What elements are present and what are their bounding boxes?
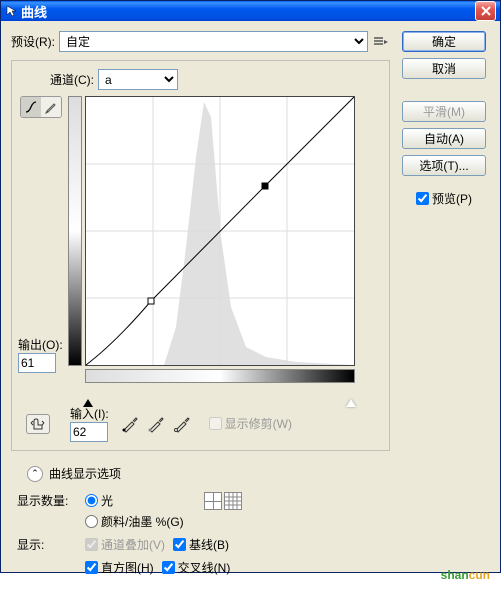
preset-select[interactable]: 自定 (59, 31, 368, 52)
white-slider[interactable] (346, 399, 356, 407)
channel-label: 通道(C): (50, 71, 94, 88)
pencil-tool-button[interactable] (41, 97, 61, 117)
input-gradient (85, 369, 355, 383)
grid-detailed-button[interactable] (224, 492, 242, 510)
gray-eyedropper[interactable] (147, 415, 165, 433)
curve-point-2[interactable] (262, 183, 268, 189)
pigment-radio[interactable]: 颜料/油墨 %(G) (85, 513, 184, 530)
disclosure-label: 曲线显示选项 (49, 465, 121, 482)
baseline-check[interactable]: 基线(B) (173, 536, 229, 553)
input-input[interactable] (70, 422, 108, 442)
curve-point-1[interactable] (148, 298, 154, 304)
curve-icon (24, 100, 38, 114)
pencil-icon (44, 100, 58, 114)
target-adjust-button[interactable] (26, 414, 50, 434)
black-slider[interactable] (83, 399, 93, 407)
curve-canvas[interactable] (85, 96, 355, 366)
histogram-plot (146, 102, 354, 365)
input-label: 输入(I): (70, 407, 109, 421)
output-label: 输出(O): (18, 336, 63, 353)
display-options-disclosure[interactable]: ⌃ 曲线显示选项 (27, 465, 390, 482)
cancel-button[interactable]: 取消 (402, 58, 486, 79)
output-input[interactable] (18, 353, 56, 373)
preview-check[interactable]: 预览(P) (416, 190, 472, 207)
chevron-up-icon: ⌃ (27, 466, 43, 482)
channel-group: 通道(C): a (11, 60, 390, 451)
amount-label: 显示数量: (17, 492, 77, 509)
options-button[interactable]: 选项(T)... (402, 155, 486, 176)
titlebar[interactable]: 曲线 (1, 1, 500, 21)
smooth-button[interactable]: 平滑(M) (402, 101, 486, 122)
preset-label: 预设(R): (11, 33, 55, 50)
overlay-check[interactable]: 通道叠加(V) (85, 536, 165, 553)
window-title: 曲线 (19, 2, 475, 21)
curves-dialog: 曲线 预设(R): 自定 通道(C): a (0, 0, 501, 573)
output-gradient (68, 96, 82, 366)
cursor-icon (5, 4, 19, 18)
close-button[interactable] (475, 1, 496, 21)
black-eyedropper[interactable] (121, 415, 139, 433)
ok-button[interactable]: 确定 (402, 31, 486, 52)
curve-tool-button[interactable] (21, 97, 41, 117)
finger-icon (30, 417, 46, 431)
channel-select[interactable]: a (98, 69, 178, 90)
grid-simple-button[interactable] (204, 492, 222, 510)
close-icon (481, 6, 491, 16)
curve-tool-group (20, 96, 62, 118)
light-radio[interactable]: 光 (85, 492, 184, 509)
intersection-check[interactable]: 交叉线(N) (162, 559, 231, 576)
preset-menu-button[interactable] (372, 33, 390, 51)
show-clipping-check[interactable]: 显示修剪(W) (209, 415, 292, 432)
white-eyedropper[interactable] (173, 415, 191, 433)
menu-icon (374, 36, 388, 48)
histogram-check[interactable]: 直方图(H) (85, 559, 154, 576)
show-label: 显示: (17, 536, 77, 553)
auto-button[interactable]: 自动(A) (402, 128, 486, 149)
